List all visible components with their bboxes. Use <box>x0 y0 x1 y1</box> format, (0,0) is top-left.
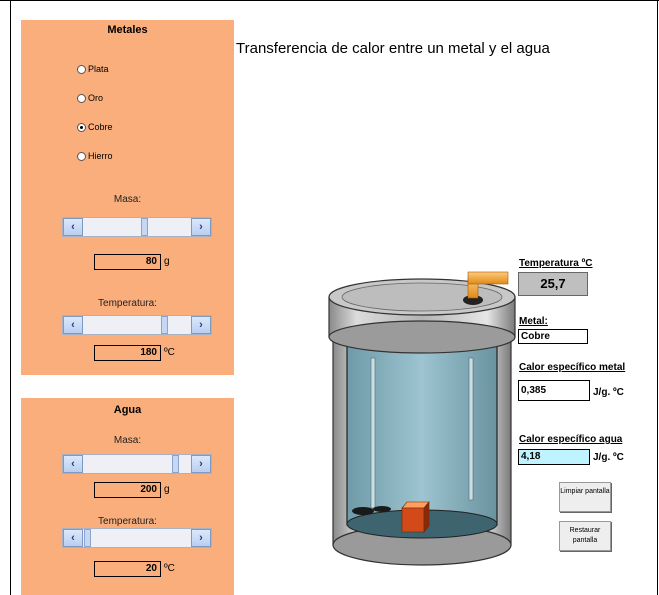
agua-temp-right-arrow[interactable]: › <box>191 529 211 547</box>
thermometer-pipe-arm <box>467 271 509 285</box>
radio-hierro-dot[interactable] <box>77 151 86 161</box>
agua-temp-thumb[interactable] <box>84 529 91 547</box>
metal-masa-unit: g <box>164 256 170 267</box>
radio-plata-label: Plata <box>88 64 109 74</box>
metal-masa-left-arrow[interactable]: ‹ <box>63 218 83 236</box>
radio-hierro[interactable]: Hierro <box>77 149 113 163</box>
frame-right-border <box>657 0 658 595</box>
agua-panel: Agua Masa: ‹ › 200 g Temperatura: ‹ › 20… <box>21 398 234 595</box>
metales-panel: Metales Plata Oro Cobre Hierro Masa: ‹ ›… <box>21 20 234 375</box>
metal-temp-unit: ºC <box>164 347 175 358</box>
radio-oro[interactable]: Oro <box>77 91 103 105</box>
calor-metal-label: Calor específico metal <box>519 362 626 373</box>
metal-temp-left-arrow[interactable]: ‹ <box>63 316 83 334</box>
radio-plata-dot[interactable] <box>77 64 86 74</box>
radio-hierro-label: Hierro <box>88 151 113 161</box>
metal-masa-label: Masa: <box>113 194 142 205</box>
radio-oro-label: Oro <box>88 93 104 103</box>
limpiar-pantalla-button[interactable]: Limpiar pantalla <box>559 482 611 512</box>
metal-masa-right-arrow[interactable]: › <box>191 218 211 236</box>
metal-temp-thumb[interactable] <box>161 316 168 334</box>
agua-masa-label: Masa: <box>113 435 142 446</box>
temperatura-label: Temperatura ºC <box>519 258 593 269</box>
calor-agua-label: Calor específico agua <box>519 434 623 445</box>
agua-temp-value: 20 <box>94 561 161 577</box>
metal-temp-label: Temperatura: <box>98 298 157 309</box>
metal-field: Cobre <box>518 329 588 344</box>
agua-title: Agua <box>113 404 142 416</box>
metal-label: Metal: <box>519 316 548 327</box>
metales-title: Metales <box>107 24 148 36</box>
radio-oro-dot[interactable] <box>77 93 86 103</box>
stirrer-disc-2 <box>373 506 391 512</box>
agua-masa-value: 200 <box>94 482 161 498</box>
agua-temp-slider[interactable]: ‹ › <box>62 528 212 548</box>
water-vessel <box>346 341 498 526</box>
calor-metal-unit: J/g. ºC <box>593 387 624 398</box>
radio-cobre-dot[interactable] <box>77 122 86 132</box>
metal-temp-value: 180 <box>94 345 161 361</box>
calor-agua-field[interactable]: 4,18 <box>518 449 590 465</box>
lid-bottom-rim <box>328 320 516 354</box>
agua-temp-unit: ºC <box>164 563 175 574</box>
thermometer-rod <box>468 357 474 501</box>
calorimeter-illustration <box>328 271 516 566</box>
agua-masa-right-arrow[interactable]: › <box>191 455 211 473</box>
calor-agua-unit: J/g. ºC <box>593 452 624 463</box>
metal-temp-right-arrow[interactable]: › <box>191 316 211 334</box>
agua-temp-left-arrow[interactable]: ‹ <box>63 529 83 547</box>
temperatura-display: 25,7 <box>518 272 588 296</box>
frame-left-border <box>10 0 11 595</box>
page-title: Transferencia de calor entre un metal y … <box>236 40 550 57</box>
agua-masa-slider[interactable]: ‹ › <box>62 454 212 474</box>
metal-masa-thumb[interactable] <box>141 218 148 236</box>
metal-masa-slider[interactable]: ‹ › <box>62 217 212 237</box>
agua-masa-left-arrow[interactable]: ‹ <box>63 455 83 473</box>
radio-cobre[interactable]: Cobre <box>77 120 113 134</box>
metal-masa-value: 80 <box>94 254 161 270</box>
frame-top-border <box>0 0 659 1</box>
metal-block <box>401 507 425 533</box>
metal-temp-slider[interactable]: ‹ › <box>62 315 212 335</box>
radio-cobre-label: Cobre <box>88 122 113 132</box>
stirrer-disc <box>352 507 374 515</box>
agua-masa-unit: g <box>164 484 170 495</box>
calor-metal-field[interactable]: 0,385 <box>518 380 590 401</box>
agua-temp-label: Temperatura: <box>98 516 157 527</box>
restaurar-pantalla-button[interactable]: Restaurar pantalla <box>559 521 611 551</box>
agua-masa-thumb[interactable] <box>172 455 179 473</box>
radio-plata[interactable]: Plata <box>77 62 109 76</box>
stirrer-rod <box>370 357 376 509</box>
